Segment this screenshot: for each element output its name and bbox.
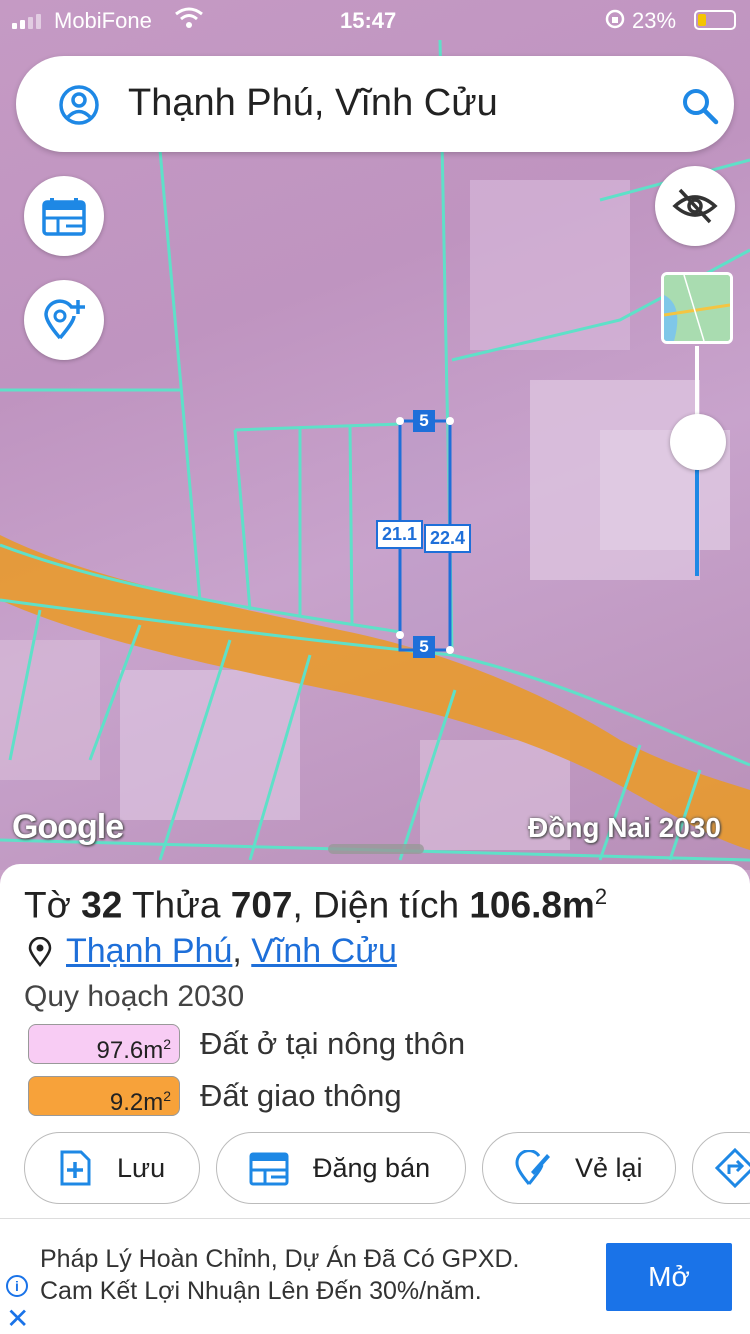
ad-line-1: Pháp Lý Hoàn Chỉnh, Dự Án Đã Có GPXD.	[40, 1245, 520, 1273]
area-unit-superscript: 2	[594, 884, 608, 909]
search-icon[interactable]	[680, 86, 720, 126]
add-location-button[interactable]	[24, 280, 104, 360]
draw-pin-icon	[515, 1150, 550, 1185]
zone-name: Đất giao thông	[200, 1078, 402, 1113]
dimension-bottom-label: 5	[413, 636, 435, 658]
battery-percent: 23%	[632, 8, 677, 33]
zone-row-traffic: 9.2m2 Đất giao thông	[28, 1076, 402, 1116]
battery-icon	[694, 10, 736, 30]
zone-row-residential: 97.6m2 Đất ở tại nông thôn	[28, 1024, 465, 1064]
carrier-name: MobiFone	[54, 8, 152, 33]
signal-icon	[12, 14, 41, 29]
directions-icon	[715, 1148, 750, 1188]
sheet-drag-handle[interactable]	[328, 844, 424, 854]
map-layer-thumbnail[interactable]	[661, 272, 733, 344]
save-button[interactable]: Lưu	[24, 1132, 200, 1204]
dimension-top-label: 5	[413, 410, 435, 432]
wifi-icon	[174, 6, 204, 36]
district-link[interactable]: Vĩnh Cửu	[251, 932, 397, 970]
dimension-right-label: 22.4	[424, 524, 472, 553]
sheet-prefix: Tờ	[24, 884, 71, 926]
zone-area-badge: 97.6m2	[28, 1024, 180, 1064]
calendar-grid-icon	[42, 198, 86, 236]
status-bar: MobiFone 15:47 23%	[0, 0, 750, 40]
listing-icon	[249, 1152, 289, 1186]
listing-button[interactable]	[24, 176, 104, 256]
action-buttons: Lưu Đăng bán Vẻ lại	[24, 1132, 750, 1204]
ad-close-icon[interactable]: ✕	[6, 1305, 29, 1333]
opacity-slider-knob[interactable]	[670, 414, 726, 470]
search-bar[interactable]: Thạnh Phú, Vĩnh Cửu	[16, 56, 734, 152]
location-pin-icon	[28, 936, 52, 967]
parcel-title: Tờ 32 Thửa 707, Diện tích 106.8m2	[24, 884, 608, 926]
post-sale-button[interactable]: Đăng bán	[216, 1132, 466, 1204]
directions-button[interactable]	[692, 1132, 750, 1204]
ad-text[interactable]: Pháp Lý Hoàn Chỉnh, Dự Án Đã Có GPXD. Ca…	[40, 1243, 519, 1307]
dimension-left-label: 21.1	[376, 520, 424, 549]
ad-banner[interactable]: i ✕ Pháp Lý Hoàn Chỉnh, Dự Án Đã Có GPXD…	[0, 1218, 750, 1334]
plan-label: Quy hoạch 2030	[24, 980, 245, 1013]
add-location-icon	[44, 299, 85, 340]
parcel-area: 106.8m	[469, 884, 595, 926]
clock: 15:47	[340, 8, 397, 33]
save-label: Lưu	[117, 1152, 166, 1183]
redraw-button[interactable]: Vẻ lại	[482, 1132, 676, 1204]
add-file-icon	[60, 1150, 91, 1186]
zone-name: Đất ở tại nông thôn	[200, 1026, 466, 1061]
redraw-label: Vẻ lại	[575, 1152, 643, 1183]
map-layer-label: Đồng Nai 2030	[528, 812, 721, 843]
ward-link[interactable]: Thạnh Phú	[66, 932, 232, 970]
ad-line-2: Cam Kết Lợi Nhuận Lên Đến 30%/năm.	[40, 1277, 482, 1305]
road-band	[0, 535, 750, 850]
parcel-location: Thạnh Phú, Vĩnh Cửu	[28, 932, 397, 971]
google-logo: Google	[12, 808, 124, 846]
map-view[interactable]: 5 5 21.1 22.4 MobiFone 15:47 23% Thạnh P…	[0, 0, 750, 870]
plot-prefix: Thửa	[131, 884, 221, 926]
post-sale-label: Đăng bán	[313, 1152, 431, 1183]
plot-number: 707	[230, 884, 293, 926]
rotation-lock-icon	[604, 8, 626, 36]
hide-layer-button[interactable]	[655, 166, 735, 246]
zone-area-badge: 9.2m2	[28, 1076, 180, 1116]
ad-info-icon[interactable]: i	[6, 1275, 28, 1297]
area-prefix: Diện tích	[313, 884, 460, 926]
sheet-number: 32	[81, 884, 123, 926]
account-icon[interactable]	[58, 84, 100, 126]
ad-open-button[interactable]: Mở	[606, 1243, 732, 1311]
search-query[interactable]: Thạnh Phú, Vĩnh Cửu	[128, 82, 498, 125]
eye-off-icon	[672, 188, 718, 224]
